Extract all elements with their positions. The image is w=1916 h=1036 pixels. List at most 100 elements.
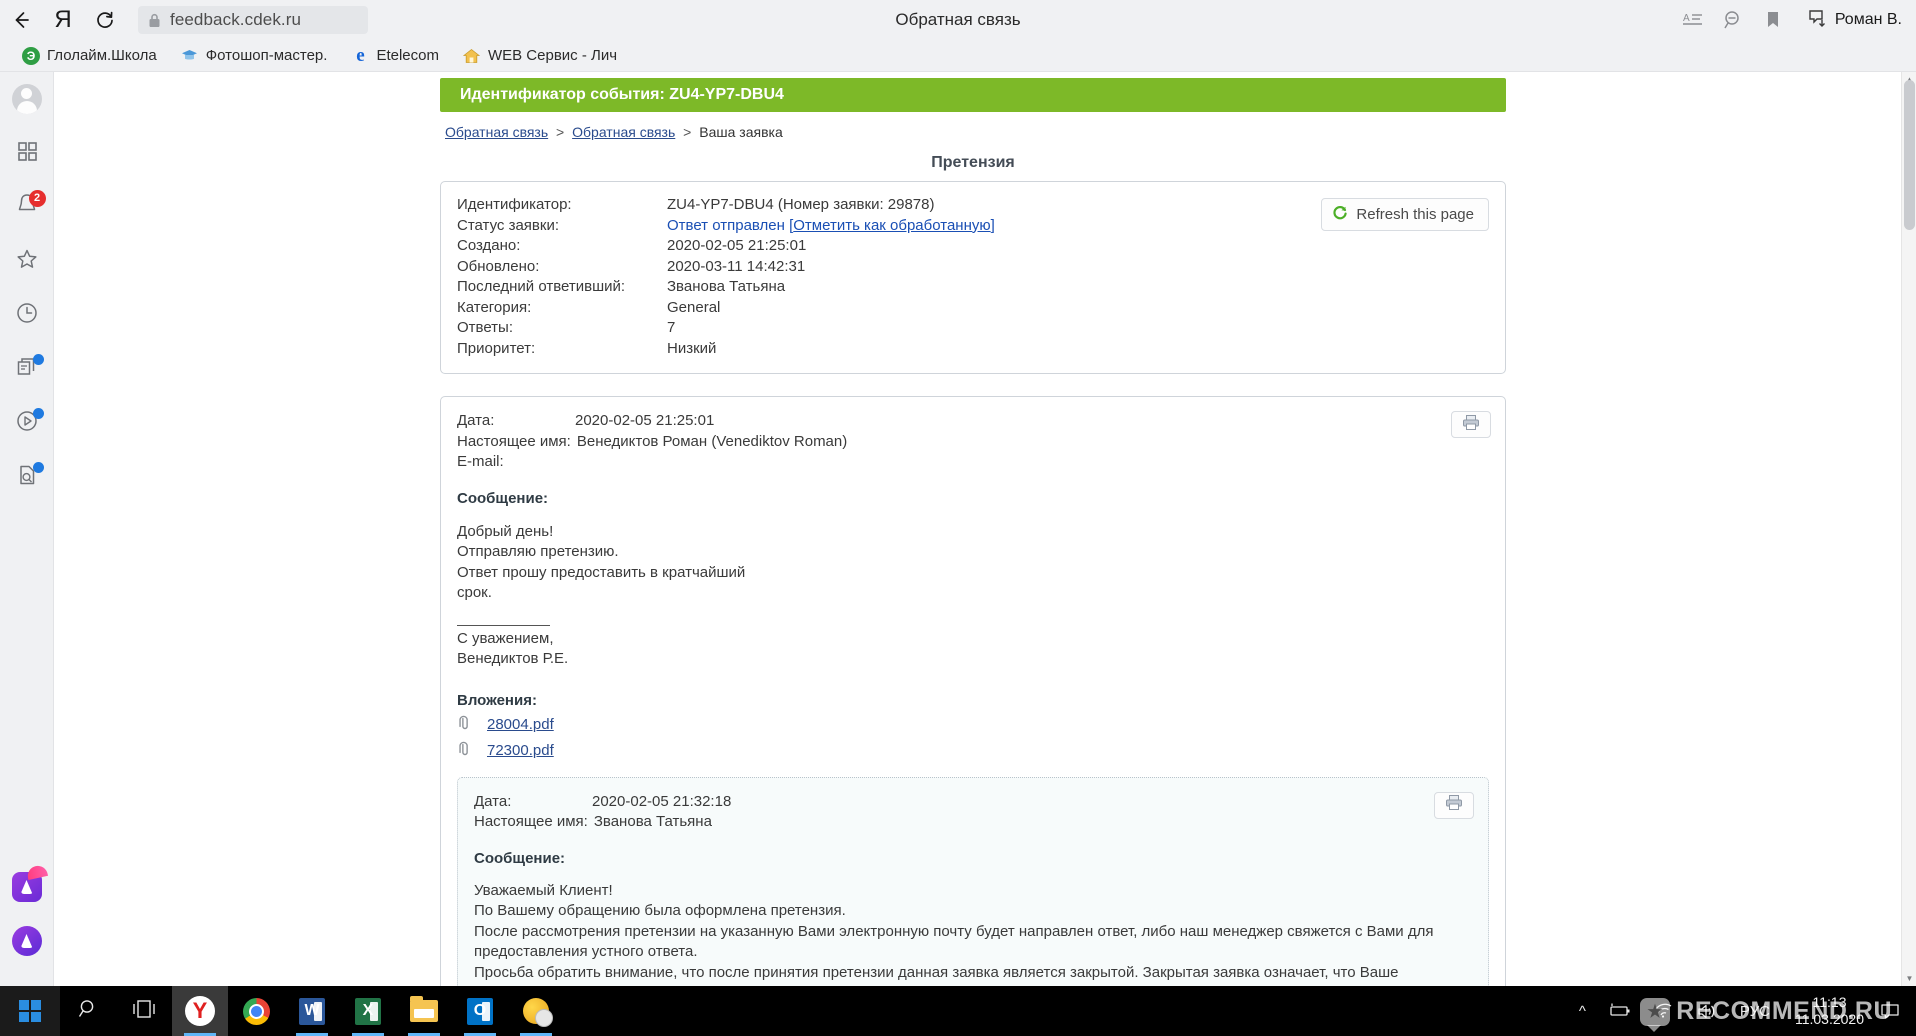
taskbar-yandex-browser[interactable]: Y bbox=[172, 986, 228, 1036]
bookmark-item-0[interactable]: Э Глолайм.Школа bbox=[10, 43, 169, 69]
detail-label: Последний ответивший: bbox=[457, 278, 626, 295]
date-value: 2020-02-05 21:32:18 bbox=[592, 792, 732, 810]
alice-circle-icon bbox=[11, 926, 42, 956]
bookmark-item-1[interactable]: Фотошоп-мастер. bbox=[169, 43, 340, 69]
attachments-title: Вложения: bbox=[457, 691, 537, 709]
sidebar-item-video[interactable] bbox=[0, 396, 54, 450]
scrollbar-thumb[interactable] bbox=[1904, 80, 1915, 230]
printer-icon bbox=[1445, 794, 1463, 816]
event-id-header: Идентификатор события: ZU4-YP7-DBU4 bbox=[440, 78, 1506, 112]
windows-taskbar: Y W X O ^ РУС 11:13 11.03.2020 ★ RECOMME… bbox=[0, 986, 1916, 1036]
search-icon[interactable] bbox=[1716, 3, 1750, 37]
back-button[interactable] bbox=[0, 0, 42, 40]
bookmark-label: Глолайм.Школа bbox=[47, 47, 157, 64]
message-paragraph: Уважаемый Клиент! bbox=[474, 881, 613, 899]
print-message-button[interactable] bbox=[1451, 411, 1491, 438]
detail-row: Приоритет: Низкий bbox=[457, 339, 1489, 360]
attachment-link[interactable]: 72300.pdf bbox=[487, 742, 554, 759]
taskbar-search-button[interactable] bbox=[60, 986, 116, 1036]
mark-as-processed-link[interactable]: Отметить как обработанную bbox=[793, 217, 990, 234]
yandex-home-button[interactable]: Я bbox=[42, 0, 84, 40]
sidebar-item-favorites[interactable] bbox=[0, 234, 54, 288]
attachment-link[interactable]: 28004.pdf bbox=[487, 716, 554, 733]
wifi-icon[interactable] bbox=[1643, 986, 1685, 1036]
refresh-icon bbox=[1332, 205, 1348, 224]
taskbar-ms-excel[interactable]: X bbox=[340, 986, 396, 1036]
date-value: 2020-02-05 21:25:01 bbox=[575, 412, 715, 429]
reader-mode-icon[interactable]: A bbox=[1676, 3, 1710, 37]
message-date-row: Дата: 2020-02-05 21:25:01 bbox=[457, 411, 1489, 432]
attachment-row: 28004.pdf bbox=[457, 715, 1489, 735]
detail-row: Ответы: 7 bbox=[457, 318, 1489, 339]
alice-square-icon bbox=[11, 872, 42, 902]
taskbar-file-explorer[interactable] bbox=[396, 986, 452, 1036]
user-profile-button[interactable]: Роман В. bbox=[1806, 6, 1908, 35]
attachment-row: 72300.pdf bbox=[457, 741, 1489, 761]
ticket-details-panel: Идентификатор: ZU4-YP7-DBU4 (Номер заявк… bbox=[440, 181, 1506, 374]
scroll-down-arrow[interactable]: ▼ bbox=[1902, 971, 1916, 986]
detail-row: Создано: 2020-02-05 21:25:01 bbox=[457, 236, 1489, 257]
taskbar-ms-word[interactable]: W bbox=[284, 986, 340, 1036]
detail-label: Статус заявки: bbox=[457, 216, 560, 234]
breadcrumb-link-2[interactable]: Обратная связь bbox=[572, 124, 675, 140]
print-message-button[interactable] bbox=[1434, 791, 1474, 819]
sidebar-item-history[interactable] bbox=[0, 288, 54, 342]
message-panel-2: Дата: 2020-02-05 21:32:18 Настоящее имя:… bbox=[457, 776, 1489, 987]
windows-logo-icon bbox=[19, 1000, 41, 1022]
bookmark-item-2[interactable]: e Etelecom bbox=[339, 43, 451, 69]
yandex-logo-icon: Я bbox=[54, 6, 72, 33]
battery-icon[interactable] bbox=[1597, 986, 1643, 1036]
bracket-close: ] bbox=[990, 216, 995, 234]
sidebar-item-alice-square[interactable] bbox=[0, 860, 54, 914]
refresh-page-button[interactable]: Refresh this page bbox=[1321, 198, 1489, 231]
message-email-row: E-mail: bbox=[457, 452, 1489, 473]
language-indicator[interactable]: РУС bbox=[1729, 986, 1781, 1036]
detail-row: Категория: General bbox=[457, 298, 1489, 319]
refresh-button-label: Refresh this page bbox=[1356, 206, 1474, 223]
yandex-y-icon: Y bbox=[185, 996, 215, 1026]
date-label: Дата: bbox=[457, 412, 495, 429]
message-body: Добрый день! Отправляю претензию. Ответ … bbox=[457, 522, 746, 602]
sidebar-item-tabs[interactable] bbox=[0, 342, 54, 396]
address-bar[interactable]: feedback.cdek.ru bbox=[138, 6, 368, 34]
message-paragraph: Просьба обратить внимание, что после при… bbox=[474, 963, 1399, 987]
clock[interactable]: 11:13 11.03.2020 bbox=[1781, 994, 1878, 1028]
sidebar-item-avatar[interactable] bbox=[0, 72, 54, 126]
message-heading: Сообщение: bbox=[474, 849, 566, 867]
volume-icon[interactable] bbox=[1685, 986, 1729, 1036]
detail-value: General bbox=[667, 298, 721, 316]
alice-drop-shape bbox=[20, 934, 33, 948]
browser-toolbar: Я feedback.cdek.ru Обратная связь A Рома… bbox=[0, 0, 1916, 40]
breadcrumb-link-1[interactable]: Обратная связь bbox=[445, 124, 548, 140]
section-title: Претензия bbox=[931, 154, 1015, 171]
taskbar-other-app[interactable] bbox=[508, 986, 564, 1036]
taskbar-ms-outlook[interactable]: O bbox=[452, 986, 508, 1036]
sidebar-item-alice-circle[interactable] bbox=[0, 914, 54, 968]
word-icon: W bbox=[299, 997, 325, 1025]
taskbar-google-chrome[interactable] bbox=[228, 986, 284, 1036]
paperclip-icon bbox=[452, 712, 477, 737]
bookmark-icon[interactable] bbox=[1756, 3, 1790, 37]
sidebar-item-documents[interactable] bbox=[0, 450, 54, 504]
message-date-row: Дата: 2020-02-05 21:32:18 bbox=[474, 792, 1472, 813]
detail-label: Приоритет: bbox=[457, 339, 536, 357]
sidebar-item-notifications[interactable]: 2 bbox=[0, 180, 54, 234]
real-name-value: Званова Татьяна bbox=[593, 813, 712, 830]
task-view-icon bbox=[131, 999, 157, 1024]
detail-label: Обновлено: bbox=[457, 257, 540, 275]
bookmark-item-3[interactable]: WEB Сервис - Лич bbox=[451, 43, 629, 69]
reload-button[interactable] bbox=[84, 0, 126, 40]
notification-badge: 2 bbox=[28, 190, 46, 207]
status-text: Ответ отправлен bbox=[667, 216, 785, 234]
breadcrumb-separator: > bbox=[556, 124, 565, 140]
page-scrollbar[interactable]: ▲ ▼ bbox=[1901, 72, 1916, 986]
tabs-dot-badge bbox=[32, 354, 44, 365]
task-view-button[interactable] bbox=[116, 986, 172, 1036]
real-name-value: Венедиктов Роман (Venediktov Roman) bbox=[576, 432, 848, 450]
tray-chevron-icon[interactable]: ^ bbox=[1568, 986, 1597, 1036]
action-center-button[interactable] bbox=[1878, 999, 1902, 1023]
detail-value: Званова Татьяна bbox=[667, 278, 786, 295]
sidebar-item-apps[interactable] bbox=[0, 126, 54, 180]
start-button[interactable] bbox=[0, 986, 60, 1036]
house-icon bbox=[463, 47, 481, 65]
